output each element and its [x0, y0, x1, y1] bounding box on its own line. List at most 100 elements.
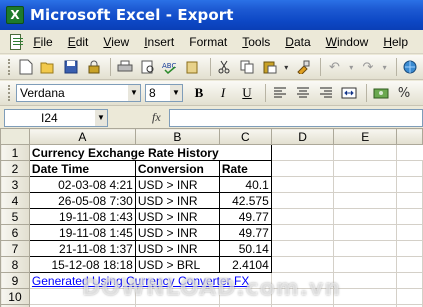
cell-conversion[interactable]: USD > INR — [134, 224, 220, 241]
align-right-icon[interactable] — [316, 83, 336, 103]
copy-icon[interactable] — [237, 57, 257, 77]
cell-rate[interactable]: 40.1 — [218, 176, 272, 193]
cell-date-time[interactable]: 19-11-08 1:43 — [28, 208, 136, 225]
cell-date-time[interactable]: 21-11-08 1:37 — [28, 240, 136, 257]
cell-conversion[interactable]: USD > BRL — [134, 256, 220, 273]
cell[interactable] — [333, 160, 398, 177]
menu-window[interactable]: Window — [326, 35, 369, 49]
paste-dropdown-icon[interactable]: ▾ — [282, 57, 290, 77]
currency-icon[interactable] — [371, 83, 391, 103]
font-size-select[interactable]: 8 ▼ — [145, 84, 183, 102]
align-left-icon[interactable] — [270, 83, 290, 103]
cell[interactable] — [270, 192, 335, 209]
cell[interactable] — [396, 256, 423, 273]
cell[interactable] — [270, 224, 335, 241]
cell[interactable] — [396, 176, 423, 193]
menu-view[interactable]: View — [103, 35, 129, 49]
workbook-icon[interactable] — [10, 33, 24, 50]
cell-rate[interactable]: 2.4104 — [218, 256, 272, 273]
menu-data[interactable]: Data — [285, 35, 310, 49]
formula-input[interactable] — [168, 108, 423, 127]
row-header[interactable]: 8 — [0, 256, 30, 273]
percent-style-button[interactable]: % — [394, 83, 414, 103]
column-header-e[interactable]: E — [333, 128, 398, 145]
cell[interactable] — [270, 256, 335, 273]
row-header[interactable]: 4 — [0, 192, 30, 209]
toolbar-grip[interactable] — [8, 59, 11, 75]
italic-button[interactable]: I — [213, 83, 233, 103]
cell-conversion[interactable]: USD > INR — [134, 208, 220, 225]
cell[interactable] — [333, 256, 398, 273]
cell-rate[interactable]: 49.77 — [218, 208, 272, 225]
row-header[interactable]: 5 — [0, 208, 30, 225]
cell[interactable] — [396, 192, 423, 209]
undo-icon[interactable]: ↶ — [325, 57, 345, 77]
cell[interactable] — [270, 208, 335, 225]
menu-tools[interactable]: Tools — [242, 35, 270, 49]
header-cell-rate[interactable]: Rate — [218, 160, 272, 177]
cell-conversion[interactable]: USD > INR — [134, 192, 220, 209]
cell-rate[interactable]: 49.77 — [218, 224, 272, 241]
save-icon[interactable] — [61, 57, 81, 77]
new-icon[interactable] — [16, 57, 36, 77]
column-header-f[interactable] — [396, 128, 423, 145]
row-header[interactable]: 2 — [0, 160, 30, 177]
research-icon[interactable] — [183, 57, 203, 77]
row-header[interactable]: 1 — [0, 144, 30, 161]
cell[interactable] — [270, 176, 335, 193]
cell-rate[interactable]: 50.14 — [218, 240, 272, 257]
row-header[interactable]: 6 — [0, 224, 30, 241]
cell[interactable] — [333, 144, 398, 161]
cell[interactable] — [396, 240, 423, 257]
cell-date-time[interactable]: 15-12-08 18:18 — [28, 256, 136, 273]
cell-conversion[interactable]: USD > INR — [134, 240, 220, 257]
merge-center-icon[interactable] — [339, 83, 359, 103]
chevron-down-icon[interactable]: ▼ — [170, 85, 182, 101]
align-center-icon[interactable] — [293, 83, 313, 103]
toolbar-grip[interactable] — [8, 85, 11, 101]
cell[interactable] — [396, 224, 423, 241]
cell[interactable] — [270, 160, 335, 177]
redo-icon[interactable]: ↷ — [358, 57, 378, 77]
undo-dropdown-icon[interactable]: ▾ — [347, 57, 355, 77]
row-header[interactable]: 3 — [0, 176, 30, 193]
cell[interactable] — [396, 160, 423, 177]
column-header-a[interactable]: A — [28, 128, 136, 145]
insert-function-icon[interactable]: fx — [152, 110, 161, 125]
redo-dropdown-icon[interactable]: ▾ — [381, 57, 389, 77]
print-preview-icon[interactable] — [138, 57, 158, 77]
cell[interactable] — [270, 144, 335, 161]
cell[interactable] — [333, 208, 398, 225]
row-header[interactable]: 7 — [0, 240, 30, 257]
spelling-icon[interactable]: ABC — [160, 57, 180, 77]
select-all-corner[interactable] — [0, 128, 30, 145]
column-header-d[interactable]: D — [270, 128, 335, 145]
print-icon[interactable] — [115, 57, 135, 77]
hyperlink-icon[interactable] — [401, 57, 421, 77]
cell[interactable] — [333, 240, 398, 257]
column-header-c[interactable]: C — [218, 128, 272, 145]
underline-button[interactable]: U — [237, 83, 257, 103]
cell[interactable] — [270, 240, 335, 257]
cell-a1-title[interactable]: Currency Exchange Rate History — [28, 144, 272, 161]
open-icon[interactable] — [39, 57, 59, 77]
menu-help[interactable]: Help — [383, 35, 408, 49]
title-bar[interactable]: X Microsoft Excel - Export — [0, 0, 423, 30]
cell-date-time[interactable]: 19-11-08 1:45 — [28, 224, 136, 241]
paste-icon[interactable] — [260, 57, 280, 77]
cut-icon[interactable] — [215, 57, 235, 77]
chevron-down-icon[interactable]: ▼ — [95, 109, 107, 126]
column-header-b[interactable]: B — [134, 128, 220, 145]
cell-date-time[interactable]: 02-03-08 4:21 — [28, 176, 136, 193]
cell-conversion[interactable]: USD > INR — [134, 176, 220, 193]
chevron-down-icon[interactable]: ▼ — [128, 85, 140, 101]
cell[interactable] — [396, 208, 423, 225]
menu-format[interactable]: Format — [189, 35, 227, 49]
cell-rate[interactable]: 42.575 — [218, 192, 272, 209]
name-box[interactable]: I24 ▼ — [4, 108, 108, 127]
header-cell-date-time[interactable]: Date Time — [28, 160, 136, 177]
bold-button[interactable]: B — [189, 83, 209, 103]
excel-app-icon[interactable]: X — [6, 6, 24, 24]
format-painter-icon[interactable] — [293, 57, 313, 77]
header-cell-conversion[interactable]: Conversion — [134, 160, 220, 177]
